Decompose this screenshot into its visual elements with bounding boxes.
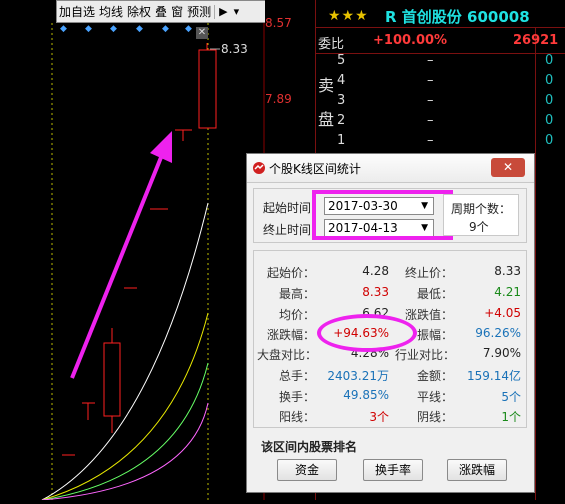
start-time-label: 起始时间	[263, 201, 312, 215]
rating-stars: ★★★	[328, 8, 369, 24]
rank-by-change-button[interactable]: 涨跌幅	[447, 459, 507, 481]
stock-code: 600008	[467, 8, 530, 26]
kline-chart[interactable]: ◆ ◆ ◆ ◆ ◆ ◆ ✕ 8.33	[0, 23, 265, 501]
sell-label: 盘	[318, 110, 335, 129]
period-value: 9个	[469, 220, 489, 234]
high-price-annotation: 8.33	[221, 42, 248, 56]
stat-label: 阳线：	[278, 410, 315, 424]
event-marker[interactable]: ◆	[185, 24, 192, 34]
stat-label: 换手：	[278, 390, 315, 404]
chart-toolbar: 加自选 均线 除权 叠 窗 预测 ▶ ▾	[56, 0, 266, 23]
orderbook-price: –	[427, 133, 434, 148]
chart-close-icon[interactable]: ✕	[196, 27, 208, 39]
weibi-percent: +100.00%	[373, 33, 448, 48]
stock-prefix: R	[385, 8, 397, 26]
axis-price-high: 8.57	[265, 16, 292, 30]
stat-amplitude: 96.26%	[475, 326, 521, 340]
rank-by-turnover-button[interactable]: 换手率	[363, 459, 423, 481]
overlay-button[interactable]: 叠	[153, 3, 169, 20]
dialog-title: 个股K线区间统计	[269, 162, 361, 176]
kline-svg	[41, 23, 265, 501]
weibi-number: 26921	[513, 33, 559, 48]
stat-change-value: +4.05	[484, 306, 521, 320]
stat-amount: 159.14亿	[467, 369, 521, 383]
stat-label: 均价：	[278, 308, 315, 322]
interval-stats-dialog: 个股K线区间统计 ✕ 起始时间 终止时间 2017-03-30 ▼ 2017-0…	[246, 153, 535, 493]
orderbook-price: –	[427, 113, 434, 128]
orderbook-price: –	[427, 53, 434, 68]
ma-line-yellow	[41, 312, 209, 501]
add-watchlist-button[interactable]: 加自选	[57, 3, 97, 20]
annotation-box	[312, 190, 453, 240]
orderbook-level: 5	[337, 53, 346, 68]
event-marker[interactable]: ◆	[85, 24, 92, 34]
stat-label: 金额：	[416, 369, 453, 383]
stock-title[interactable]: R 首创股份 600008	[385, 6, 530, 27]
stat-label: 总手：	[278, 369, 315, 383]
rank-by-capital-button[interactable]: 资金	[277, 459, 337, 481]
orderbook-price: –	[427, 93, 434, 108]
weibi-label: 委比	[318, 37, 345, 52]
candle-up	[198, 49, 217, 129]
stat-label: 起始价：	[266, 266, 315, 280]
orderbook-level: 4	[337, 73, 346, 88]
close-icon[interactable]: ✕	[491, 158, 525, 177]
ma-button[interactable]: 均线	[97, 3, 125, 20]
window-button[interactable]: 窗	[169, 3, 185, 20]
stat-label: 涨跌幅：	[266, 328, 315, 342]
orderbook-level: 2	[337, 113, 346, 128]
stat-label: 终止价：	[404, 266, 453, 280]
stat-label: 大盘对比：	[257, 348, 318, 362]
stat-end-price: 8.33	[494, 264, 521, 278]
orderbook-volume: 0	[545, 133, 554, 148]
stat-label: 最低：	[416, 287, 453, 301]
orderbook-price: –	[427, 73, 434, 88]
orderbook-volume: 0	[545, 53, 554, 68]
event-marker[interactable]: ◆	[60, 24, 67, 34]
forecast-button[interactable]: 预测	[185, 3, 213, 20]
stat-label: 阴线：	[416, 410, 453, 424]
candle-up	[103, 342, 121, 417]
stat-flat-count: 5个	[501, 390, 521, 404]
stat-label: 最高：	[278, 287, 315, 301]
column-divider	[535, 27, 536, 500]
ex-rights-button[interactable]: 除权	[125, 3, 153, 20]
weibi-divider	[316, 53, 565, 54]
stat-low: 4.21	[494, 285, 521, 299]
stat-high: 8.33	[362, 285, 389, 299]
orderbook-level: 3	[337, 93, 346, 108]
stat-total-volume: 2403.21万	[327, 369, 389, 383]
orderbook-volume: 0	[545, 113, 554, 128]
event-marker[interactable]: ◆	[110, 24, 117, 34]
stat-up-count: 3个	[369, 410, 389, 424]
header-divider	[316, 27, 565, 28]
end-time-label: 终止时间	[263, 223, 312, 237]
stat-down-count: 1个	[501, 410, 521, 424]
play-icon[interactable]: ▶	[216, 5, 230, 18]
event-marker[interactable]: ◆	[162, 24, 169, 34]
stat-label: 平线：	[416, 390, 453, 404]
annotation-ellipse	[317, 314, 417, 352]
stock-name: 首创股份	[401, 8, 462, 26]
sell-label: 卖	[318, 76, 335, 95]
orderbook-volume: 0	[545, 93, 554, 108]
event-marker[interactable]: ◆	[136, 24, 143, 34]
period-label: 周期个数：	[451, 202, 512, 216]
ma-line-green	[41, 362, 209, 501]
orderbook-level: 1	[337, 133, 346, 148]
dialog-titlebar[interactable]: 个股K线区间统计 ✕	[247, 154, 534, 183]
orderbook-volume: 0	[545, 73, 554, 88]
stat-start-price: 4.28	[362, 264, 389, 278]
chevron-down-icon[interactable]: ▾	[231, 5, 243, 18]
axis-price-mid: 7.89	[265, 92, 292, 106]
dialog-app-icon	[253, 162, 265, 174]
stat-industry-compare: 7.90%	[482, 346, 521, 360]
toolbar-separator	[214, 4, 216, 19]
ranking-label: 该区间内股票排名	[261, 440, 358, 454]
stat-label: 行业对比：	[395, 348, 456, 362]
stat-turnover: 49.85%	[343, 388, 389, 402]
